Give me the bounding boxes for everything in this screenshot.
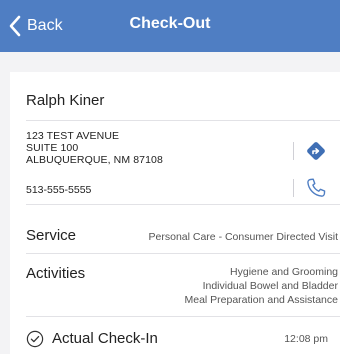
directions-icon[interactable] bbox=[304, 139, 328, 163]
service-label: Service bbox=[26, 227, 77, 244]
divider bbox=[26, 253, 340, 254]
visit-details-card: Ralph Kiner 123 TEST AVENUE SUITE 100 AL… bbox=[10, 72, 340, 354]
divider bbox=[26, 120, 340, 121]
checkin-time: 12:08 pm bbox=[284, 333, 328, 345]
service-value: Personal Care - Consumer Directed Visit bbox=[148, 231, 338, 243]
activities-list: Hygiene and Grooming Individual Bowel an… bbox=[184, 265, 338, 307]
vertical-separator bbox=[293, 142, 294, 160]
activity-item: Individual Bowel and Bladder bbox=[202, 280, 338, 292]
phone-number[interactable]: 513-555-5555 bbox=[26, 184, 91, 196]
phone-icon[interactable] bbox=[304, 176, 328, 200]
vertical-separator bbox=[293, 179, 294, 197]
nav-bar: Back Check-Out bbox=[0, 0, 340, 52]
client-name: Ralph Kiner bbox=[26, 92, 105, 109]
checkin-label: Actual Check-In bbox=[52, 330, 158, 347]
page-title: Check-Out bbox=[129, 15, 211, 32]
divider bbox=[26, 204, 340, 205]
activities-label: Activities bbox=[26, 265, 86, 282]
address-line-2: SUITE 100 bbox=[26, 142, 79, 154]
address-line-1: 123 TEST AVENUE bbox=[26, 130, 120, 142]
activity-item: Meal Preparation and Assistance bbox=[184, 294, 338, 306]
activity-item: Hygiene and Grooming bbox=[230, 266, 338, 278]
check-circle-icon bbox=[26, 330, 44, 348]
address-line-3: ALBUQUERQUE, NM 87108 bbox=[26, 154, 163, 166]
divider bbox=[26, 316, 340, 317]
